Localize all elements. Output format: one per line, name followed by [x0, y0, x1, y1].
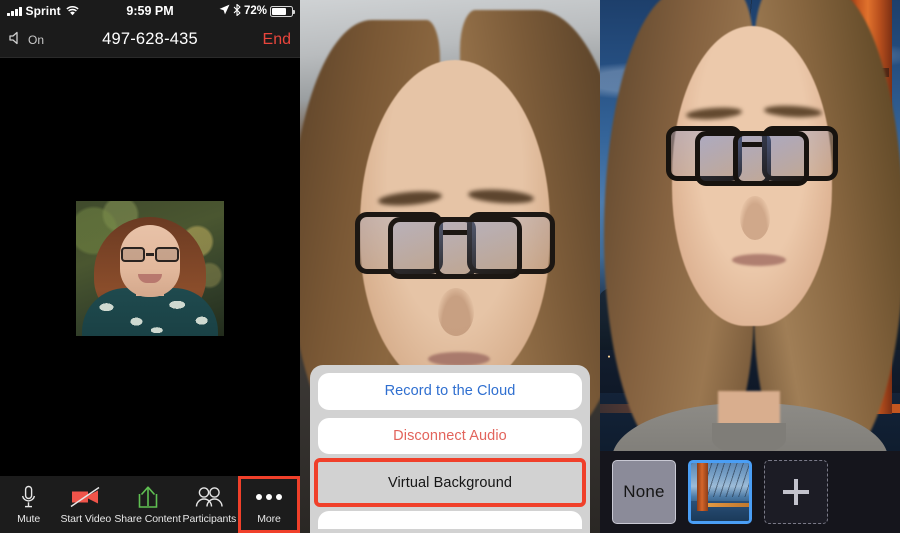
none-background-tile[interactable]: None	[612, 460, 676, 524]
location-arrow-icon	[219, 4, 230, 18]
panel-more-action-sheet: Record to the Cloud Disconnect Audio Vir…	[300, 0, 600, 533]
battery-percent-label: 72%	[243, 5, 267, 17]
speaker-state-label: On	[28, 32, 45, 47]
ios-status-bar: Sprint 9:59 PM 72%	[0, 0, 300, 22]
toolbar-label-start-video: Start Video	[60, 512, 112, 525]
toolbar-label-participants: Participants	[182, 512, 237, 525]
meeting-toolbar: Mute Start Video Share Content Participa…	[0, 476, 300, 533]
action-record-to-cloud[interactable]: Record to the Cloud	[318, 373, 582, 410]
carrier-label: Sprint	[25, 4, 61, 18]
more-action-sheet: Record to the Cloud Disconnect Audio Vir…	[310, 365, 590, 533]
speaker-icon	[9, 31, 24, 48]
meeting-video-stage[interactable]	[0, 58, 300, 476]
toolbar-item-share-content[interactable]: Share Content	[114, 476, 181, 533]
eyeglasses	[355, 212, 555, 279]
mouth	[428, 352, 490, 366]
wifi-icon	[66, 6, 79, 16]
toolbar-label-more: More	[257, 512, 281, 525]
meeting-header-bar: On 497-628-435 End	[0, 22, 300, 58]
end-meeting-button[interactable]: End	[263, 31, 291, 49]
signal-bars-icon	[7, 6, 22, 16]
toolbar-label-mute: Mute	[17, 512, 41, 525]
people-icon	[194, 485, 224, 509]
nose	[740, 196, 770, 240]
mouth	[732, 254, 786, 266]
video-off-icon	[70, 485, 101, 509]
nose	[438, 288, 474, 336]
microphone-icon	[20, 485, 37, 509]
share-up-arrow-icon	[137, 485, 159, 509]
panel-zoom-meeting: Sprint 9:59 PM 72% On 497-628-435 End Mu…	[0, 0, 300, 533]
toolbar-item-start-video[interactable]: Start Video	[57, 476, 114, 533]
golden-gate-bridge-background-tile[interactable]	[688, 460, 752, 524]
bridge-thumbnail-image	[691, 463, 749, 521]
participant-video-thumbnail[interactable]	[76, 201, 224, 336]
bluetooth-icon	[233, 3, 241, 19]
virtual-background-picker: None	[600, 451, 900, 533]
toolbar-item-more[interactable]: More	[237, 476, 300, 533]
toolbar-item-participants[interactable]: Participants	[181, 476, 238, 533]
action-sheet-next-option-partial[interactable]	[318, 510, 582, 529]
battery-icon	[270, 5, 295, 17]
eyeglasses	[666, 126, 838, 186]
status-bar-left: Sprint	[7, 4, 79, 18]
panel-virtual-background-applied: None	[600, 0, 900, 533]
screenshot-stage: Sprint 9:59 PM 72% On 497-628-435 End Mu…	[0, 0, 900, 533]
status-bar-right: 72%	[219, 3, 295, 19]
action-virtual-background[interactable]: Virtual Background	[314, 458, 586, 507]
add-background-tile[interactable]	[764, 460, 828, 524]
meeting-id-label: 497-628-435	[102, 30, 198, 48]
toolbar-label-share-content: Share Content	[114, 512, 181, 525]
plus-icon	[783, 479, 809, 505]
speaker-toggle[interactable]: On	[9, 31, 44, 48]
ellipsis-icon	[255, 485, 282, 509]
toolbar-item-mute[interactable]: Mute	[0, 476, 57, 533]
action-disconnect-audio[interactable]: Disconnect Audio	[318, 417, 582, 455]
thumbnail-glasses	[120, 247, 180, 263]
